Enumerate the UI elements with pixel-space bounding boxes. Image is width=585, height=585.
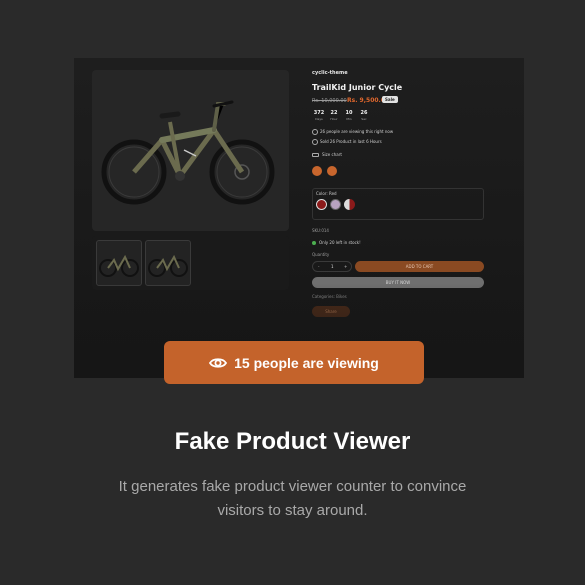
eye-icon [209,357,228,368]
feature-description: It generates fake product viewer counter… [118,478,467,519]
add-to-cart-button[interactable]: ADD TO CART [355,261,484,272]
brand-label: cyclic-theme [312,70,348,76]
viewer-count-button[interactable]: 15 people are viewing [164,341,424,384]
bicycle-thumbnail [148,254,188,277]
bicycle-image [101,100,275,205]
color-swatch-lilac[interactable] [330,199,341,210]
sku-label: SKU:014 [312,228,329,233]
feature-title: Fake Product Viewer [174,428,411,455]
ruler-icon [312,153,319,157]
thumbnail-1[interactable] [96,240,142,286]
qty-plus[interactable]: + [344,264,347,269]
clock-icon [312,139,318,145]
qty-value: 1 [331,264,334,269]
share-button[interactable]: Share [312,306,350,317]
color-swatch-mixed[interactable] [344,199,355,210]
countdown-seconds: 26 Sec [360,110,368,121]
eye-icon [312,129,318,135]
price-old: Rs. 10,000.00 [312,98,347,104]
sold-note: Sold 26 Product in last 6 Hours [320,139,382,144]
product-page-preview: cyclic-theme TrailKid Junior Cycle Rs. 1… [74,58,524,378]
countdown-minutes: 10 Min [345,110,353,121]
countdown-days: 372 Days [313,110,325,121]
stock-dot-icon [312,241,316,245]
viewing-note: 26 people are viewing this right now [320,129,394,134]
product-main-image [92,70,289,231]
viewer-count-label: 15 people are viewing [234,354,379,371]
quantity-label: Quantity [312,252,330,257]
color-label: Color: Red [316,191,337,196]
thumbnail-2[interactable] [145,240,191,286]
sale-badge: Sale [382,96,398,103]
product-title: TrailKid Junior Cycle [312,83,403,92]
bicycle-thumbnail [99,254,139,277]
size-chart-link[interactable]: Size chart [322,152,342,157]
quantity-stepper[interactable]: - 1 + [312,261,352,272]
wishlist-button[interactable] [327,166,337,176]
categories-label: Categories: Bikes [312,294,347,299]
compare-button[interactable] [312,166,322,176]
buy-now-button[interactable]: BUY IT NOW [312,277,484,288]
qty-minus[interactable]: - [318,264,319,269]
countdown-hours: 22 Hour [330,110,338,121]
stock-note: Only 20 left in stock! [319,240,361,245]
color-swatch-red[interactable] [316,199,327,210]
